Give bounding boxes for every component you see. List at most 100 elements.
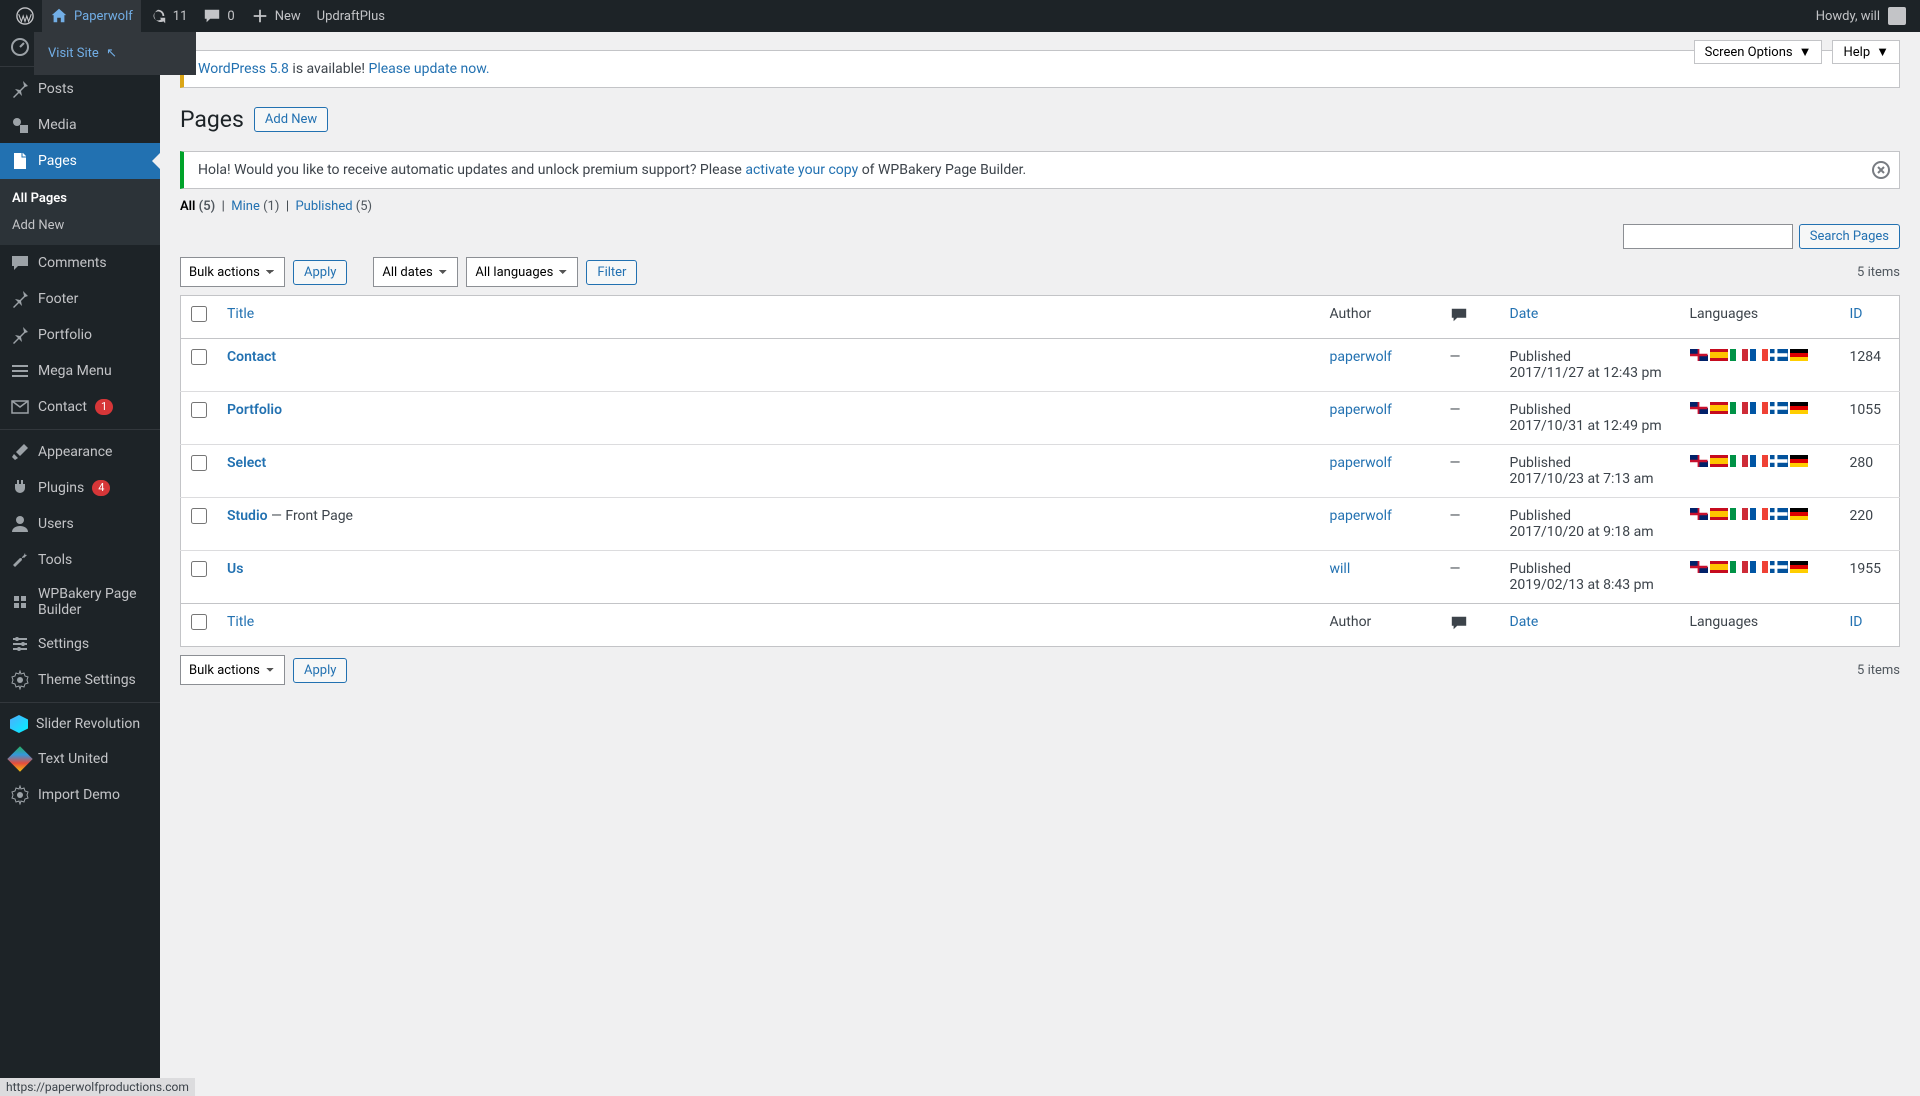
sidebar-mega-menu[interactable]: Mega Menu	[0, 353, 160, 389]
flag-de-icon[interactable]	[1790, 349, 1808, 361]
select-all-top[interactable]	[191, 306, 207, 322]
sidebar-contact[interactable]: Contact 1	[0, 389, 160, 425]
col-title[interactable]: Title	[227, 306, 254, 322]
search-button[interactable]: Search Pages	[1799, 224, 1900, 249]
sidebar-text-united[interactable]: Text United	[0, 741, 160, 777]
row-checkbox[interactable]	[191, 455, 207, 471]
update-now-link[interactable]: Please update now.	[369, 61, 490, 77]
flag-it-icon[interactable]	[1730, 455, 1748, 467]
sidebar-pages[interactable]: Pages	[0, 143, 160, 179]
flag-uk-icon[interactable]	[1690, 349, 1708, 361]
col-title-foot[interactable]: Title	[227, 614, 254, 630]
flag-uk-icon[interactable]	[1690, 455, 1708, 467]
row-title-link[interactable]: Us	[227, 561, 243, 577]
howdy[interactable]: Howdy, will	[1816, 9, 1880, 24]
flag-es-icon[interactable]	[1710, 349, 1728, 361]
activate-copy-link[interactable]: activate your copy	[745, 162, 858, 178]
row-author-link[interactable]: paperwolf	[1330, 508, 1392, 524]
flag-is-icon[interactable]	[1770, 561, 1788, 573]
sidebar-posts[interactable]: Posts	[0, 71, 160, 107]
col-id[interactable]: ID	[1850, 306, 1863, 322]
flag-it-icon[interactable]	[1730, 561, 1748, 573]
new[interactable]: New	[243, 0, 309, 32]
bulk-actions-select-bottom[interactable]: Bulk actions	[180, 655, 285, 685]
filter-button[interactable]: Filter	[586, 260, 637, 285]
row-checkbox[interactable]	[191, 349, 207, 365]
flag-is-icon[interactable]	[1770, 349, 1788, 361]
row-author-link[interactable]: paperwolf	[1330, 455, 1392, 471]
updraft[interactable]: UpdraftPlus	[309, 0, 393, 32]
sidebar-wpbakery[interactable]: WPBakery Page Builder	[0, 578, 160, 626]
flag-fr-icon[interactable]	[1750, 349, 1768, 361]
wp-logo[interactable]	[8, 0, 42, 32]
flag-es-icon[interactable]	[1710, 508, 1728, 520]
add-new-button[interactable]: Add New	[254, 107, 328, 132]
sidebar-add-new[interactable]: Add New	[0, 212, 160, 239]
flag-fr-icon[interactable]	[1750, 402, 1768, 414]
bulk-actions-select[interactable]: Bulk actions	[180, 257, 285, 287]
flag-fr-icon[interactable]	[1750, 561, 1768, 573]
row-title-link[interactable]: Contact	[227, 349, 276, 365]
sidebar-users[interactable]: Users	[0, 506, 160, 542]
avatar[interactable]	[1888, 7, 1906, 25]
updates[interactable]: 11	[141, 0, 196, 32]
row-title-link[interactable]: Portfolio	[227, 402, 282, 418]
col-date[interactable]: Date	[1510, 306, 1539, 322]
sidebar-all-pages[interactable]: All Pages	[0, 185, 160, 212]
site-name[interactable]: Paperwolf	[42, 0, 141, 32]
row-checkbox[interactable]	[191, 402, 207, 418]
flag-uk-icon[interactable]	[1690, 402, 1708, 414]
dismiss-button[interactable]	[1871, 160, 1891, 180]
flag-it-icon[interactable]	[1730, 508, 1748, 520]
select-all-bottom[interactable]	[191, 614, 207, 630]
sidebar-media[interactable]: Media	[0, 107, 160, 143]
filter-published[interactable]: Published (5)	[295, 199, 372, 214]
col-id-foot[interactable]: ID	[1850, 614, 1863, 630]
flag-de-icon[interactable]	[1790, 561, 1808, 573]
sidebar-footer[interactable]: Footer	[0, 281, 160, 317]
flag-fr-icon[interactable]	[1750, 508, 1768, 520]
language-filter-select[interactable]: All languages	[466, 257, 578, 287]
filter-all[interactable]: All (5)	[180, 199, 215, 214]
flag-de-icon[interactable]	[1790, 402, 1808, 414]
flag-it-icon[interactable]	[1730, 402, 1748, 414]
sidebar-theme-settings[interactable]: Theme Settings	[0, 662, 160, 698]
filter-mine[interactable]: Mine (1)	[231, 199, 279, 214]
flag-es-icon[interactable]	[1710, 561, 1728, 573]
row-author-link[interactable]: paperwolf	[1330, 349, 1392, 365]
row-title-link[interactable]: Select	[227, 455, 266, 471]
search-input[interactable]	[1623, 224, 1793, 249]
sidebar-portfolio[interactable]: Portfolio	[0, 317, 160, 353]
flag-fr-icon[interactable]	[1750, 455, 1768, 467]
flag-is-icon[interactable]	[1770, 508, 1788, 520]
sidebar-import-demo[interactable]: Import Demo	[0, 777, 160, 813]
visit-site[interactable]: Visit Site ↖	[48, 40, 182, 67]
row-checkbox[interactable]	[191, 561, 207, 577]
col-date-foot[interactable]: Date	[1510, 614, 1539, 630]
flag-it-icon[interactable]	[1730, 349, 1748, 361]
flag-uk-icon[interactable]	[1690, 508, 1708, 520]
flag-is-icon[interactable]	[1770, 455, 1788, 467]
sidebar-tools[interactable]: Tools	[0, 542, 160, 578]
flag-es-icon[interactable]	[1710, 455, 1728, 467]
sidebar-plugins[interactable]: Plugins 4	[0, 470, 160, 506]
screen-options-button[interactable]: Screen Options ▼	[1694, 40, 1823, 64]
row-author-link[interactable]: will	[1330, 561, 1351, 577]
flag-de-icon[interactable]	[1790, 455, 1808, 467]
sidebar-comments[interactable]: Comments	[0, 245, 160, 281]
row-title-link[interactable]: Studio	[227, 508, 268, 524]
flag-es-icon[interactable]	[1710, 402, 1728, 414]
help-button[interactable]: Help ▼	[1832, 40, 1900, 64]
wp-version-link[interactable]: WordPress 5.8	[198, 61, 289, 77]
apply-button-bottom[interactable]: Apply	[293, 658, 347, 683]
row-author-link[interactable]: paperwolf	[1330, 402, 1392, 418]
sidebar-slider[interactable]: Slider Revolution	[0, 707, 160, 741]
sidebar-settings[interactable]: Settings	[0, 626, 160, 662]
comments[interactable]: 0	[195, 0, 242, 32]
flag-is-icon[interactable]	[1770, 402, 1788, 414]
flag-uk-icon[interactable]	[1690, 561, 1708, 573]
date-filter-select[interactable]: All dates	[373, 257, 458, 287]
sidebar-appearance[interactable]: Appearance	[0, 434, 160, 470]
row-checkbox[interactable]	[191, 508, 207, 524]
flag-de-icon[interactable]	[1790, 508, 1808, 520]
